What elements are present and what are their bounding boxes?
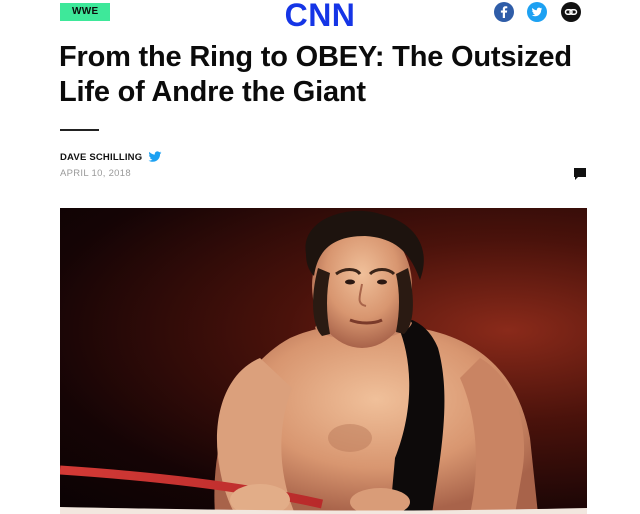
facebook-icon — [500, 6, 508, 18]
wrestler-photo — [60, 210, 587, 514]
twitter-share-button[interactable] — [527, 2, 547, 22]
facebook-share-button[interactable] — [494, 2, 514, 22]
headline-line-1: From the Ring to OBEY: The Outsized — [59, 41, 572, 73]
author-name[interactable]: DAVE SCHILLING — [60, 152, 142, 163]
twitter-icon[interactable] — [148, 151, 162, 163]
copy-link-button[interactable] — [561, 2, 581, 22]
top-bar: WWE CNN — [0, 0, 640, 34]
hero-image[interactable] — [60, 208, 587, 514]
article-headline: From the Ring to OBEY: The Outsized Life… — [59, 40, 599, 110]
publish-date: APRIL 10, 2018 — [60, 168, 131, 179]
headline-line-2: Life of Andre the Giant — [59, 76, 366, 108]
byline: DAVE SCHILLING — [60, 149, 162, 165]
comment-icon[interactable] — [573, 167, 587, 181]
link-icon — [564, 9, 578, 15]
twitter-icon — [531, 7, 543, 17]
divider — [60, 129, 99, 131]
